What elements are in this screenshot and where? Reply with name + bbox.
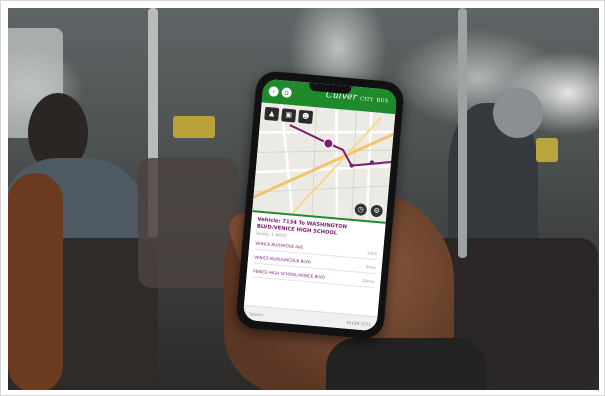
home-icon[interactable]: ⌂ xyxy=(281,87,293,99)
road-icon[interactable]: ▲ xyxy=(264,106,280,122)
footer-search[interactable]: Search xyxy=(249,311,263,317)
bus-icon[interactable]: ▣ xyxy=(281,108,297,123)
pole-right xyxy=(458,8,467,258)
seat-back-center xyxy=(138,158,238,288)
back-arrow-icon[interactable]: ‹ xyxy=(268,86,280,97)
stop-name: VENICE BLVD/ROSE AVE xyxy=(255,240,304,250)
image-frame: ‹ ⌂ Culver CITY BUS ◷ ⚙ ▲ ▣ ☻ Vehicle: 7… xyxy=(0,0,605,396)
stop-name: VENICE BLVD/LINCOLN BLVD xyxy=(254,254,312,265)
sleeve xyxy=(326,338,486,390)
footer-date: 18 JUN 2021 xyxy=(345,319,372,327)
stop-name: VENICE HIGH SCHOOL/VENICE BLVD xyxy=(252,268,326,280)
stop-time: 5min xyxy=(365,264,376,271)
brand-bus: BUS xyxy=(376,97,389,105)
yellow-sign-right xyxy=(536,138,558,162)
vehicle-info-panel: Vehicle: 7134 To WASHINGTON BLVD/VENICE … xyxy=(243,210,386,318)
bus-interior-photo: ‹ ⌂ Culver CITY BUS ◷ ⚙ ▲ ▣ ☻ Vehicle: 7… xyxy=(8,8,599,390)
phone-screen: ‹ ⌂ Culver CITY BUS ◷ ⚙ ▲ ▣ ☻ Vehicle: 7… xyxy=(242,78,398,332)
brand-city: CITY xyxy=(359,96,374,104)
stop-time: 10min xyxy=(361,277,375,285)
stop-time: 1min xyxy=(366,250,378,257)
yellow-sign-left xyxy=(173,116,215,138)
smartphone: ‹ ⌂ Culver CITY BUS ◷ ⚙ ▲ ▣ ☻ Vehicle: 7… xyxy=(235,70,405,340)
person-icon[interactable]: ☻ xyxy=(298,109,314,124)
hat-right xyxy=(493,88,543,138)
braided-hair xyxy=(8,173,63,390)
